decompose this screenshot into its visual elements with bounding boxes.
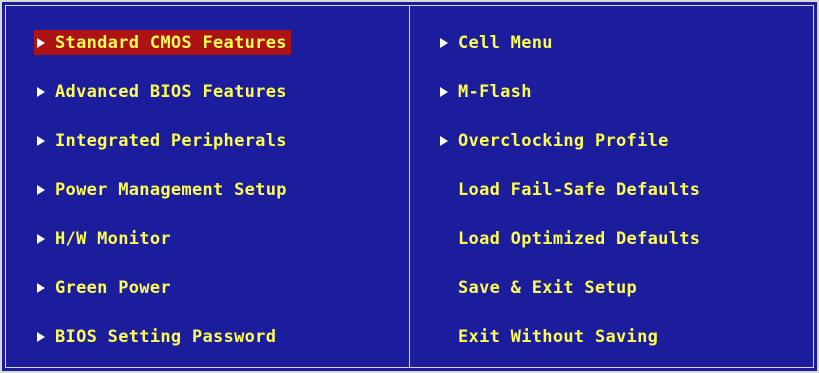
menu-item-label: BIOS Setting Password <box>55 326 277 347</box>
menu-item-body[interactable]: Load Optimized Defaults <box>437 226 704 251</box>
menu-item-load-fail-safe-defaults[interactable]: Load Fail-Safe Defaults <box>437 177 704 226</box>
menu-item-highlight[interactable]: Standard CMOS Features <box>34 30 291 55</box>
menu-item-integrated-peripherals[interactable]: Integrated Peripherals <box>34 128 291 177</box>
menu-item-advanced-bios-features[interactable]: Advanced BIOS Features <box>34 79 291 128</box>
menu-item-body[interactable]: Load Fail-Safe Defaults <box>437 177 704 202</box>
menu-item-body[interactable]: Cell Menu <box>437 30 557 55</box>
menu-item-label: Standard CMOS Features <box>55 32 287 53</box>
menu-item-label: Load Fail-Safe Defaults <box>458 179 701 200</box>
menu-item-body[interactable]: Integrated Peripherals <box>34 128 291 153</box>
triangle-right-icon <box>37 233 45 244</box>
menu-item-label: H/W Monitor <box>55 228 171 249</box>
right-menu-column: Cell Menu M-Flash Overclocking Profile Load… <box>437 30 704 373</box>
menu-item-cell-menu[interactable]: Cell Menu <box>437 30 704 79</box>
menu-item-label: Save & Exit Setup <box>458 277 638 298</box>
menu-item-overclocking-profile[interactable]: Overclocking Profile <box>437 128 704 177</box>
triangle-right-icon <box>37 282 45 293</box>
menu-item-label: Exit Without Saving <box>458 326 659 347</box>
triangle-right-icon <box>37 37 45 48</box>
menu-item-label: Cell Menu <box>458 32 553 53</box>
menu-item-power-management-setup[interactable]: Power Management Setup <box>34 177 291 226</box>
menu-item-body[interactable]: BIOS Setting Password <box>34 324 280 349</box>
triangle-right-icon <box>37 135 45 146</box>
menu-item-standard-cmos-features[interactable]: Standard CMOS Features <box>34 30 291 79</box>
menu-item-label: Green Power <box>55 277 171 298</box>
menu-item-m-flash[interactable]: M-Flash <box>437 79 704 128</box>
menu-item-label: M-Flash <box>458 81 532 102</box>
menu-item-body[interactable]: Overclocking Profile <box>437 128 673 153</box>
bios-main-menu: Standard CMOS Features Advanced BIOS Feat… <box>0 0 819 373</box>
triangle-right-icon <box>37 86 45 97</box>
triangle-right-icon <box>37 184 45 195</box>
menu-item-label: Power Management Setup <box>55 179 287 200</box>
menu-item-label: Load Optimized Defaults <box>458 228 701 249</box>
menu-item-green-power[interactable]: Green Power <box>34 275 291 324</box>
menu-item-body[interactable]: Green Power <box>34 275 175 300</box>
menu-item-body[interactable]: Power Management Setup <box>34 177 291 202</box>
menu-item-body[interactable]: H/W Monitor <box>34 226 175 251</box>
triangle-right-icon <box>440 86 448 97</box>
menu-item-body[interactable]: Save & Exit Setup <box>437 275 641 300</box>
menu-item-label: Advanced BIOS Features <box>55 81 287 102</box>
triangle-right-icon <box>440 37 448 48</box>
triangle-right-icon <box>440 135 448 146</box>
left-menu-column: Standard CMOS Features Advanced BIOS Feat… <box>34 30 291 373</box>
menu-item-exit-without-saving[interactable]: Exit Without Saving <box>437 324 704 373</box>
menu-item-label: Integrated Peripherals <box>55 130 287 151</box>
menu-item-bios-setting-password[interactable]: BIOS Setting Password <box>34 324 291 373</box>
menu-item-label: Overclocking Profile <box>458 130 669 151</box>
triangle-right-icon <box>37 331 45 342</box>
menu-item-body[interactable]: Exit Without Saving <box>437 324 662 349</box>
menu-item-h-w-monitor[interactable]: H/W Monitor <box>34 226 291 275</box>
menu-item-body[interactable]: Advanced BIOS Features <box>34 79 291 104</box>
menu-item-save-and-exit-setup[interactable]: Save & Exit Setup <box>437 275 704 324</box>
menu-item-body[interactable]: M-Flash <box>437 79 536 104</box>
column-divider <box>409 5 410 368</box>
menu-item-load-optimized-defaults[interactable]: Load Optimized Defaults <box>437 226 704 275</box>
